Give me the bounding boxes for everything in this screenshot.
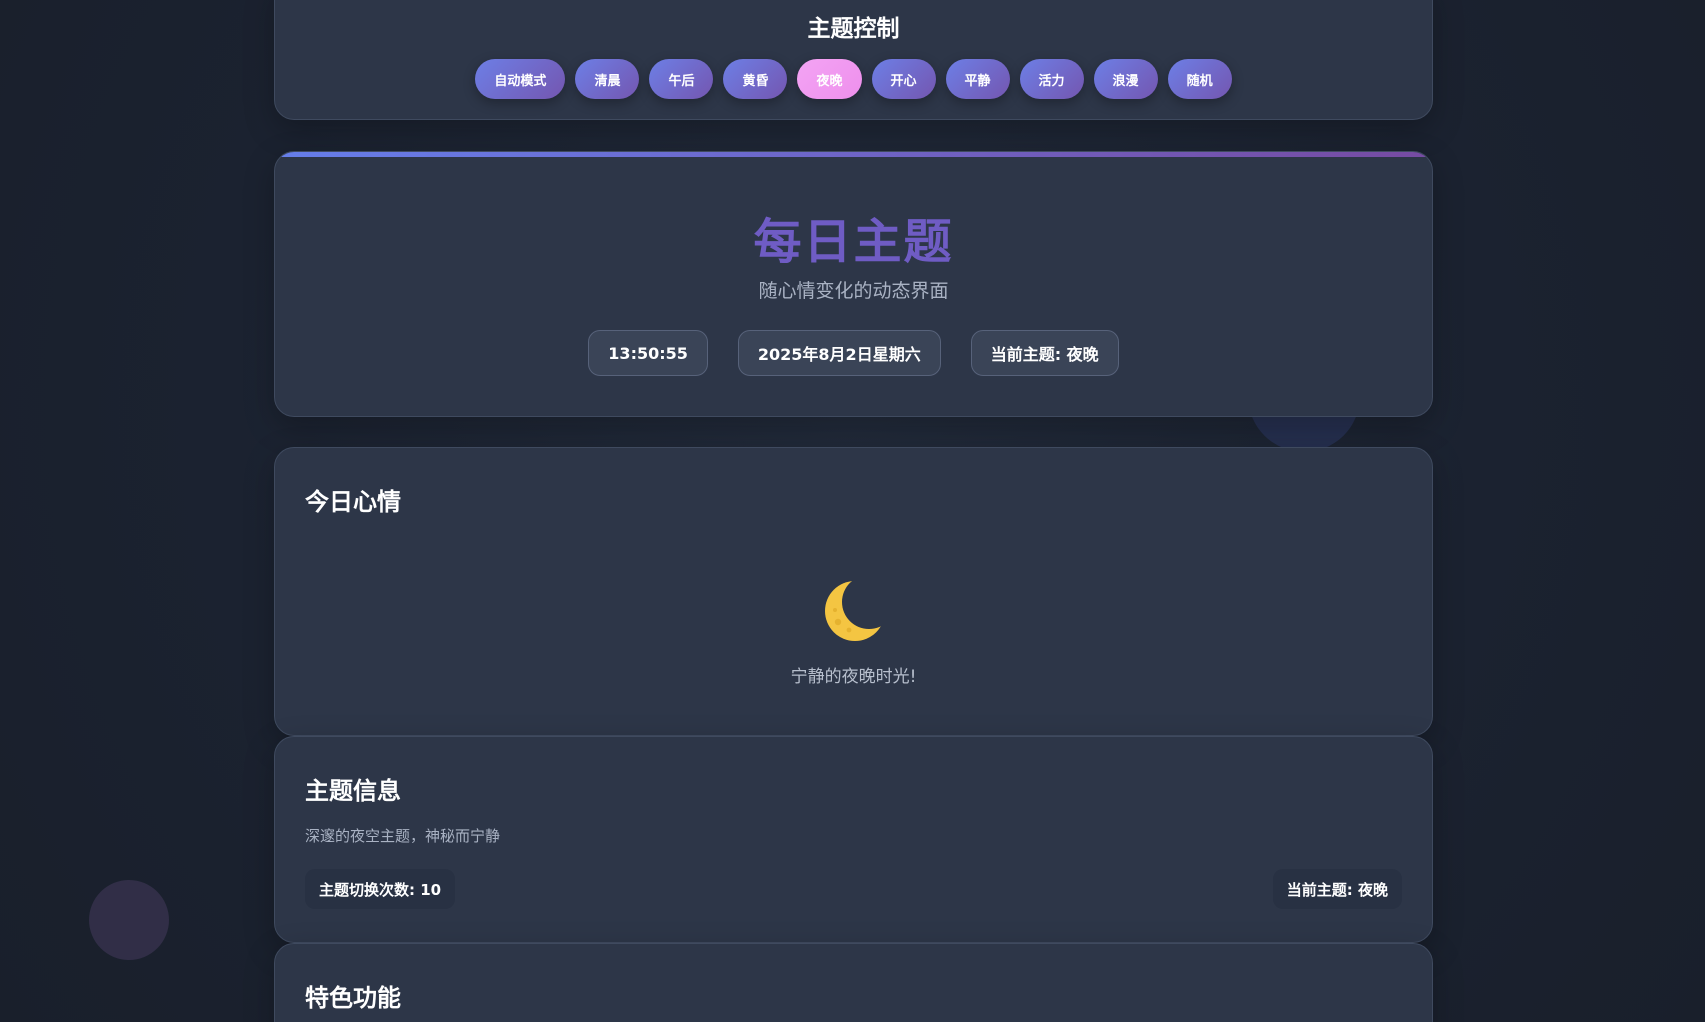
hero-card: 每日主题 随心情变化的动态界面 13:50:55 2025年8月2日星期六 当前… [274,151,1433,417]
features-card: 特色功能 [274,943,1433,1022]
theme-button-morning[interactable]: 清晨 [575,59,640,99]
theme-button-dusk[interactable]: 黄昏 [723,59,788,99]
theme-button-afternoon[interactable]: 午后 [649,59,714,99]
crescent-moon-icon [825,581,885,641]
status-chip-row: 13:50:55 2025年8月2日星期六 当前主题: 夜晚 [275,330,1432,376]
mood-message: 宁静的夜晚时光! [790,667,917,687]
theme-button-calm[interactable]: 平静 [945,59,1010,99]
features-title: 特色功能 [305,984,401,1012]
mood-card: 今日心情 宁静的夜晚时光! [274,447,1433,736]
decorative-circle [89,880,169,960]
theme-control-title: 主题控制 [807,16,900,42]
theme-button-happy[interactable]: 开心 [871,59,936,99]
mood-title: 今日心情 [305,488,401,516]
page-title: 每日主题 [753,214,954,270]
theme-button-romantic[interactable]: 浪漫 [1093,59,1158,99]
page: 主题控制 自动模式 清晨 午后 黄昏 夜晚 开心 平静 活力 浪漫 随机 每日主… [0,0,1705,1022]
theme-button-random[interactable]: 随机 [1167,59,1232,99]
date-chip: 2025年8月2日星期六 [737,330,941,376]
page-subtitle: 随心情变化的动态界面 [758,280,949,302]
theme-button-auto[interactable]: 自动模式 [475,59,566,99]
theme-info-card: 主题信息 深邃的夜空主题，神秘而宁静 主题切换次数: 10 当前主题: 夜晚 [274,736,1433,943]
switch-count-badge: 主题切换次数: 10 [305,869,456,909]
theme-button-night[interactable]: 夜晚 [797,59,862,99]
theme-control-card: 主题控制 自动模式 清晨 午后 黄昏 夜晚 开心 平静 活力 浪漫 随机 [274,0,1433,120]
theme-description: 深邃的夜空主题，神秘而宁静 [305,827,501,845]
current-theme-badge: 当前主题: 夜晚 [1272,869,1402,909]
time-chip: 13:50:55 [588,330,708,376]
current-theme-chip: 当前主题: 夜晚 [970,330,1119,376]
theme-button-energy[interactable]: 活力 [1019,59,1084,99]
theme-info-title: 主题信息 [305,777,401,805]
theme-button-row: 自动模式 清晨 午后 黄昏 夜晚 开心 平静 活力 浪漫 随机 [275,59,1432,99]
accent-bar [275,152,1432,157]
